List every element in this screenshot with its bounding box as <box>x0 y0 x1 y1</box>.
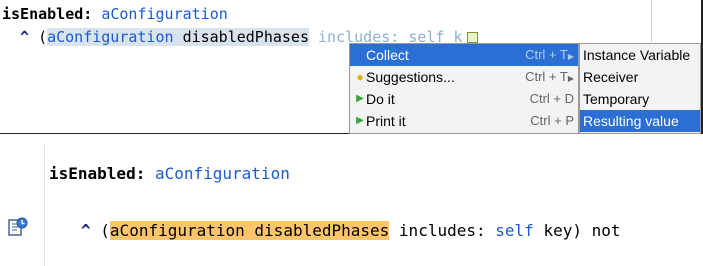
method-selector: isEnabled: <box>2 5 93 23</box>
submenu-item-receiver[interactable]: Receiver <box>580 66 700 88</box>
extracted-expression[interactable]: aConfiguration disabledPhases <box>109 221 390 240</box>
submenu-item-instance-variable[interactable]: Instance Variable <box>580 44 700 66</box>
submenu-arrow-icon: ▶ <box>567 52 574 61</box>
return-caret: ^ <box>20 28 30 46</box>
message-text: disabledPhases <box>182 28 309 46</box>
method-argument: aConfiguration <box>101 5 228 23</box>
selected-expression[interactable]: aConfiguration disabledPhases <box>47 28 309 46</box>
menu-item-print-it[interactable]: ▶ Print it Ctrl + P <box>350 110 578 132</box>
method-header-line[interactable]: isEnabled: aConfiguration <box>2 4 228 24</box>
submenu-item-temporary[interactable]: Temporary <box>580 88 700 110</box>
bottom-editor-pane[interactable]: isEnabled: aConfiguration ^ (aConfigurat… <box>0 143 703 266</box>
menu-item-suggestions[interactable]: ● Suggestions... Ctrl + T▶ <box>350 66 578 88</box>
return-caret: ^ <box>81 221 91 240</box>
menu-item-do-it[interactable]: ▶ Do it Ctrl + D <box>350 88 578 110</box>
open-paren: ( <box>38 28 48 46</box>
open-paren: ( <box>100 221 110 240</box>
menu-item-collect[interactable]: Collect Ctrl + T▶ <box>350 44 578 66</box>
editor-divider <box>651 0 652 42</box>
message-text: includes: <box>398 221 486 240</box>
lightbulb-icon: ● <box>356 70 364 84</box>
menu-item-label: Collect <box>366 47 409 63</box>
collect-submenu: Instance Variable Receiver Temporary Res… <box>579 43 701 134</box>
editor-gutter-divider <box>44 143 45 266</box>
menu-item-shortcut: Ctrl + T▶ <box>525 69 574 84</box>
top-editor-pane[interactable]: isEnabled: aConfiguration ^ (aConfigurat… <box>0 0 703 134</box>
menu-item-label: Suggestions... <box>366 69 455 85</box>
menu-item-shortcut: Ctrl + D <box>529 91 574 106</box>
play-icon: ▶ <box>356 93 364 104</box>
self-keyword: self <box>495 221 534 240</box>
menu-item-label: Do it <box>366 91 395 107</box>
submenu-arrow-icon: ▶ <box>567 74 574 83</box>
inline-marker-icon <box>466 32 478 43</box>
context-menu: Collect Ctrl + T▶ ● Suggestions... Ctrl … <box>349 43 579 134</box>
play-icon: ▶ <box>356 115 364 126</box>
method-body-line[interactable]: ^ (aConfiguration disabledPhases include… <box>81 220 621 242</box>
trailing-code: key) not <box>543 221 621 240</box>
submenu-item-resulting-value[interactable]: Resulting value <box>580 110 700 132</box>
menu-item-shortcut: Ctrl + T▶ <box>525 47 574 62</box>
menu-item-shortcut: Ctrl + P <box>530 113 574 128</box>
menu-item-label: Print it <box>366 113 406 129</box>
method-selector: isEnabled: <box>49 164 146 183</box>
refactoring-marker-icon[interactable] <box>8 217 28 237</box>
method-header-line[interactable]: isEnabled: aConfiguration <box>49 163 290 185</box>
receiver-text: aConfiguration <box>47 28 174 46</box>
method-argument: aConfiguration <box>154 164 290 183</box>
